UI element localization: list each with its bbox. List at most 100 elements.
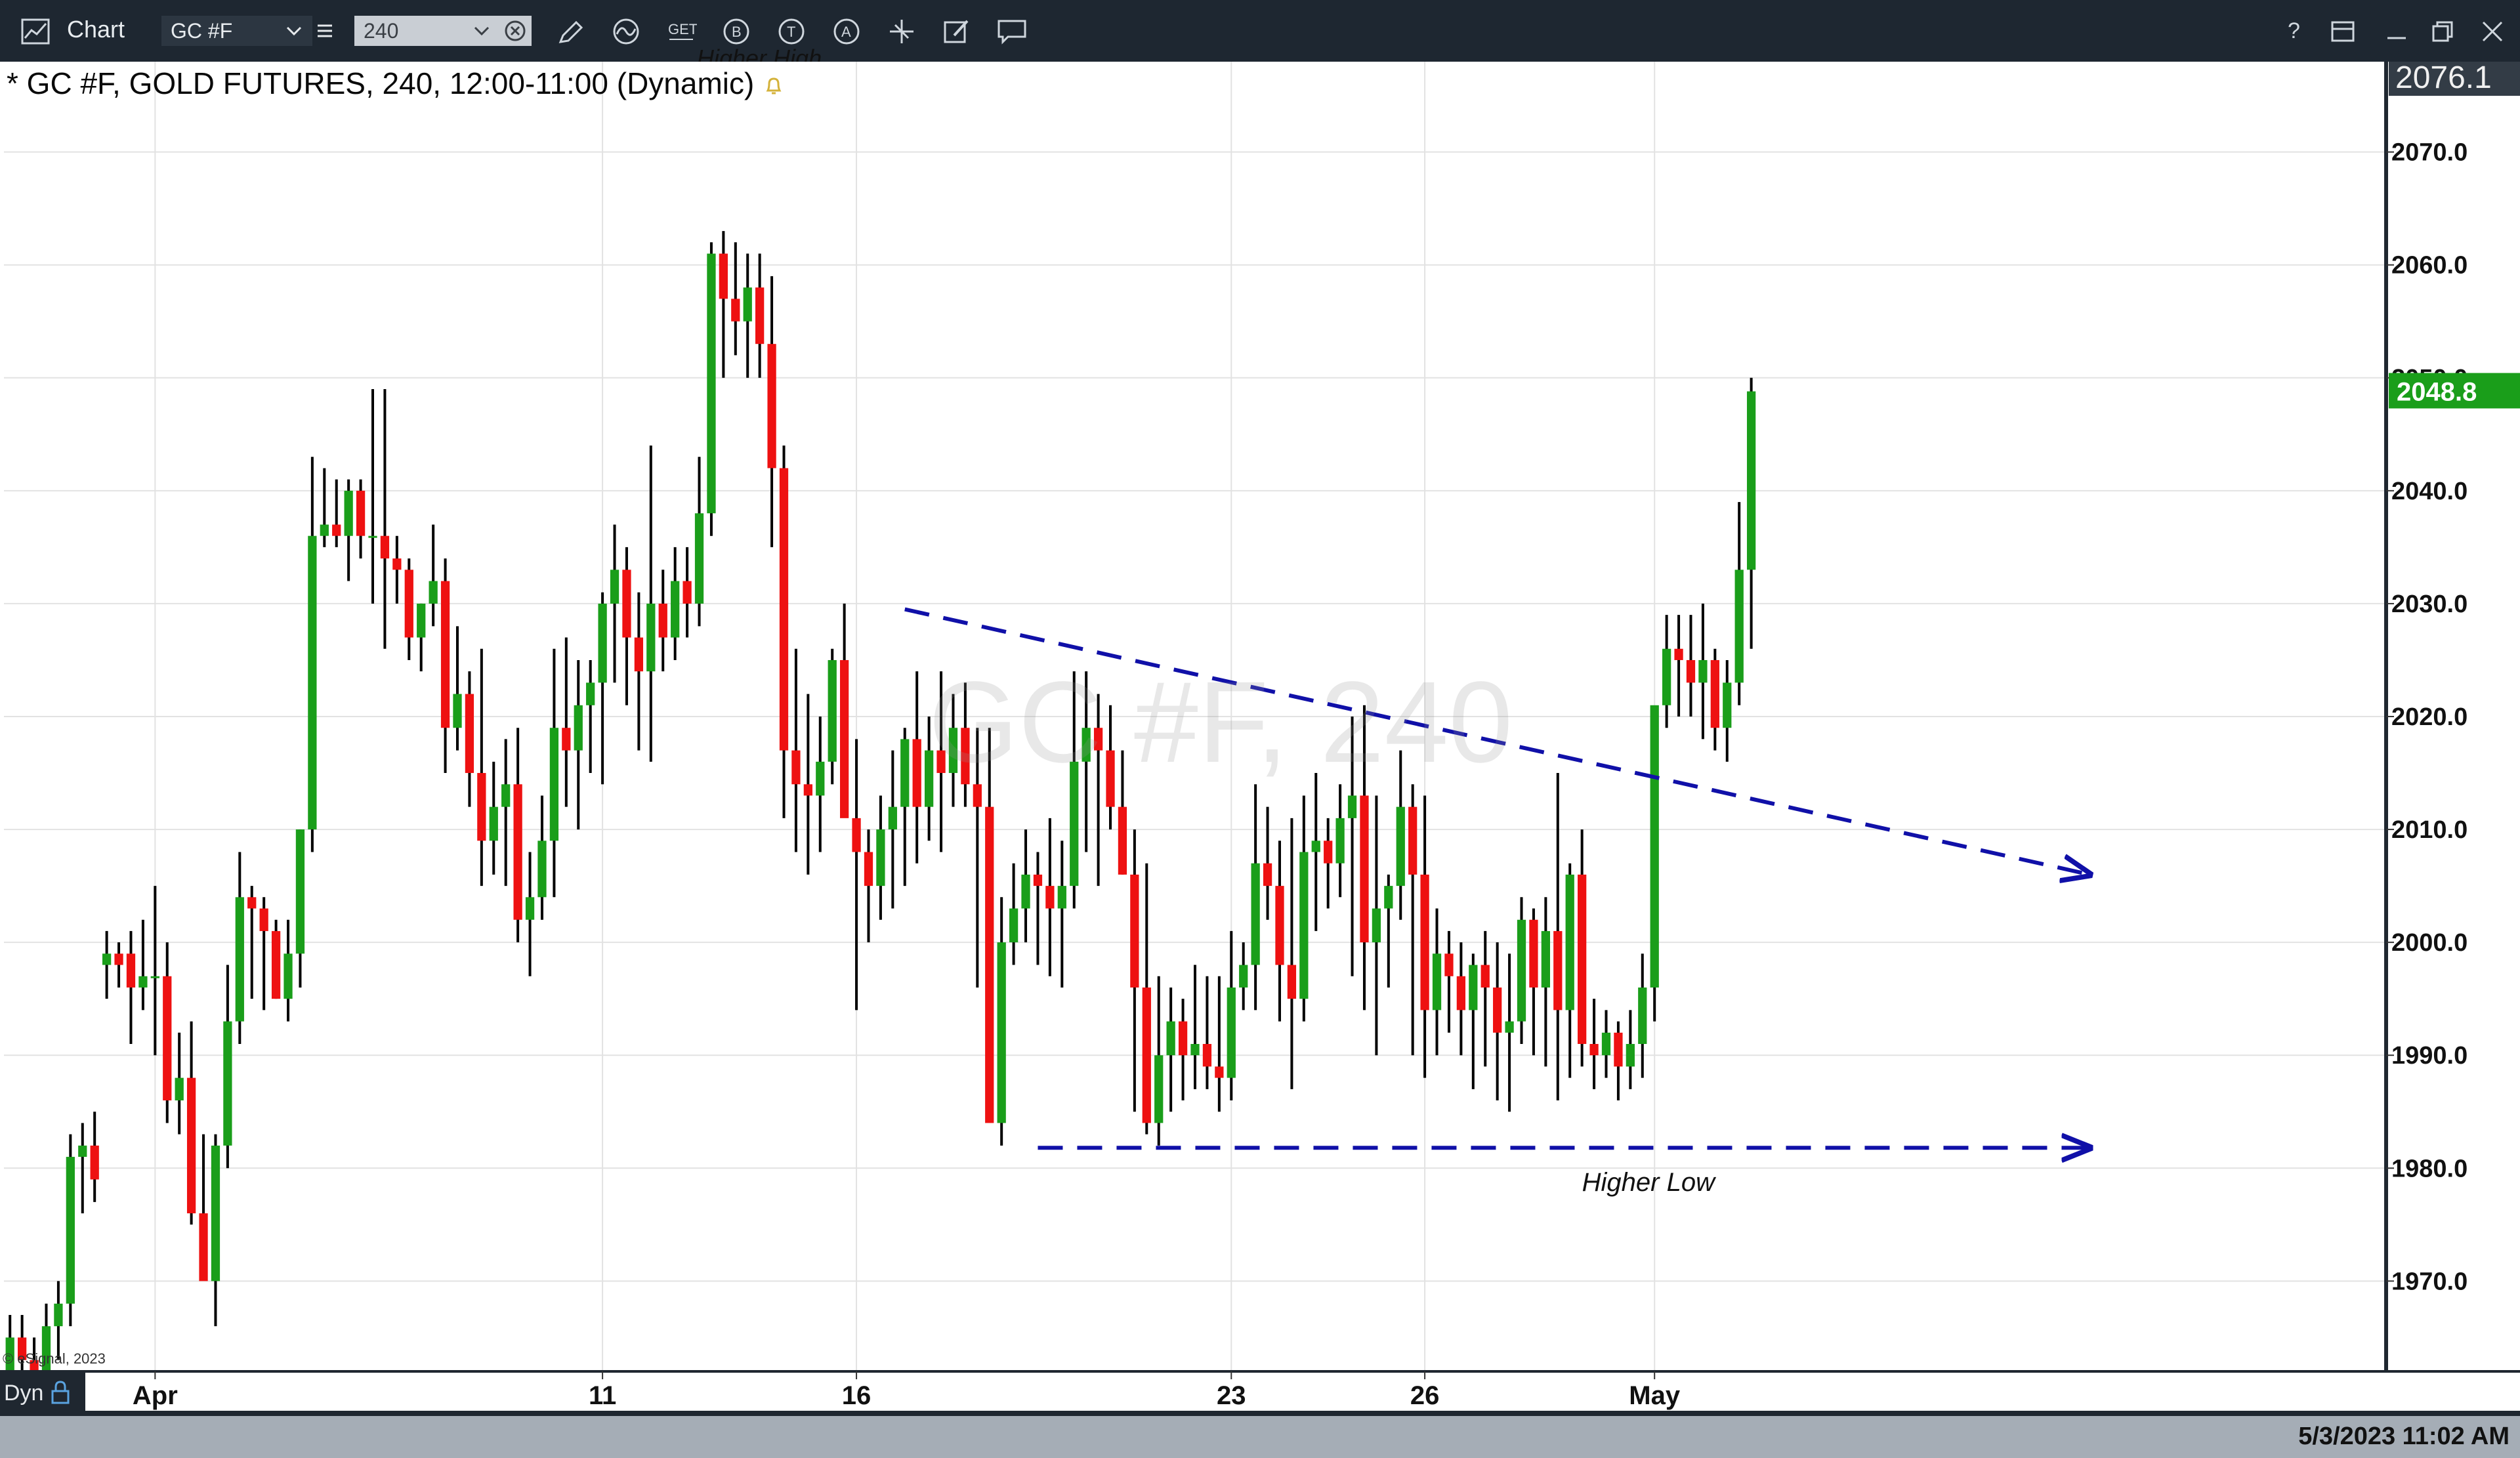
candle-body [465,694,474,774]
candle [1057,841,1066,988]
candle-body [429,581,438,604]
candle-body [1118,806,1127,875]
candle [54,1281,63,1360]
time-tick-label: 11 [589,1381,616,1410]
candle-body [1686,659,1696,683]
price-tick-label: 2030.0 [2391,591,2468,618]
timestamp: 5/3/2023 11:02 AM [2298,1423,2510,1450]
candle-body [247,897,257,909]
candle-body [54,1303,63,1327]
candle [1650,705,1659,1022]
candle-body [1638,987,1647,1044]
last-price-label: 2048.8 [2397,377,2477,406]
candle [1166,987,1175,1112]
candle [1734,502,1744,705]
candle-body [1493,987,1502,1033]
candle [465,671,474,807]
candle-body [392,558,402,570]
candle [525,852,535,976]
candle [574,659,583,830]
candle-body [876,829,885,886]
candle [888,750,897,909]
candle [1553,773,1563,1101]
candle-body [1263,863,1272,886]
candle-body [1723,682,1732,728]
candle-body [791,750,801,785]
candle [1541,897,1550,1067]
candle-body [271,930,281,999]
candle [1130,829,1139,1112]
candle-body [997,942,1006,1123]
candle [356,479,366,559]
candle [175,1032,184,1135]
candle [368,389,377,604]
candle-body [562,728,571,751]
candle-body [320,524,329,536]
candle-body [186,1077,196,1214]
candle-body [1614,1032,1623,1067]
candle-body [1565,874,1574,1010]
candle [610,524,620,683]
candle-body [1674,648,1683,660]
status-bar [0,1416,2520,1458]
candle-body [985,806,994,1123]
candle-body [1287,965,1297,999]
candle-body [888,806,897,830]
candle [186,1021,196,1225]
candle-body [658,603,667,638]
candle [1480,930,1490,1067]
candle [900,728,910,886]
candle-body [598,603,607,683]
candle-body [1142,987,1151,1123]
candle [646,446,656,762]
price-tick-label: 2010.0 [2391,816,2468,844]
candle-body [1432,953,1442,1010]
candle [489,761,498,875]
candle-body [1578,874,1587,1044]
candle [1638,953,1647,1078]
candle-body [816,761,825,796]
candle-body [90,1145,99,1180]
candle [404,558,413,660]
candle [211,1134,220,1327]
candle [1420,795,1429,1078]
candle-body [344,490,353,536]
candle [1698,603,1708,739]
candle-body [840,659,849,818]
candle [1372,795,1381,1056]
candle [1505,953,1514,1112]
candle-body [1505,1021,1514,1033]
candle-body [852,818,861,852]
candle-body [223,1021,232,1146]
x-axis-border [0,1411,2520,1416]
candle [1565,863,1574,1078]
candle-body [235,897,244,1022]
candle [755,253,765,378]
candle [392,535,402,604]
candle-body [1444,953,1454,976]
price-tick-label: 2000.0 [2391,929,2468,957]
dyn-control[interactable]: Dyn [0,1370,85,1416]
candle-body [610,570,620,604]
candle-body [1299,852,1309,999]
candle [1009,863,1018,965]
candle-body [380,535,390,559]
candle [1601,1010,1611,1078]
candle-body [900,739,910,807]
candle-body [163,976,172,1101]
candle-body [295,829,305,954]
candle [235,852,244,1044]
candle [707,242,716,536]
candle-body [1710,659,1719,728]
candle [682,547,692,638]
candle-body [1517,919,1526,1022]
lock-icon[interactable] [49,1379,72,1406]
candle-body [1057,886,1066,909]
candle-body [78,1145,87,1157]
candle-body [912,739,921,807]
top-price-label: 2076.1 [2395,60,2492,95]
candle-body [417,603,426,638]
candle [126,930,136,1044]
candle-body [1529,919,1538,988]
bell-icon[interactable] [763,75,785,97]
